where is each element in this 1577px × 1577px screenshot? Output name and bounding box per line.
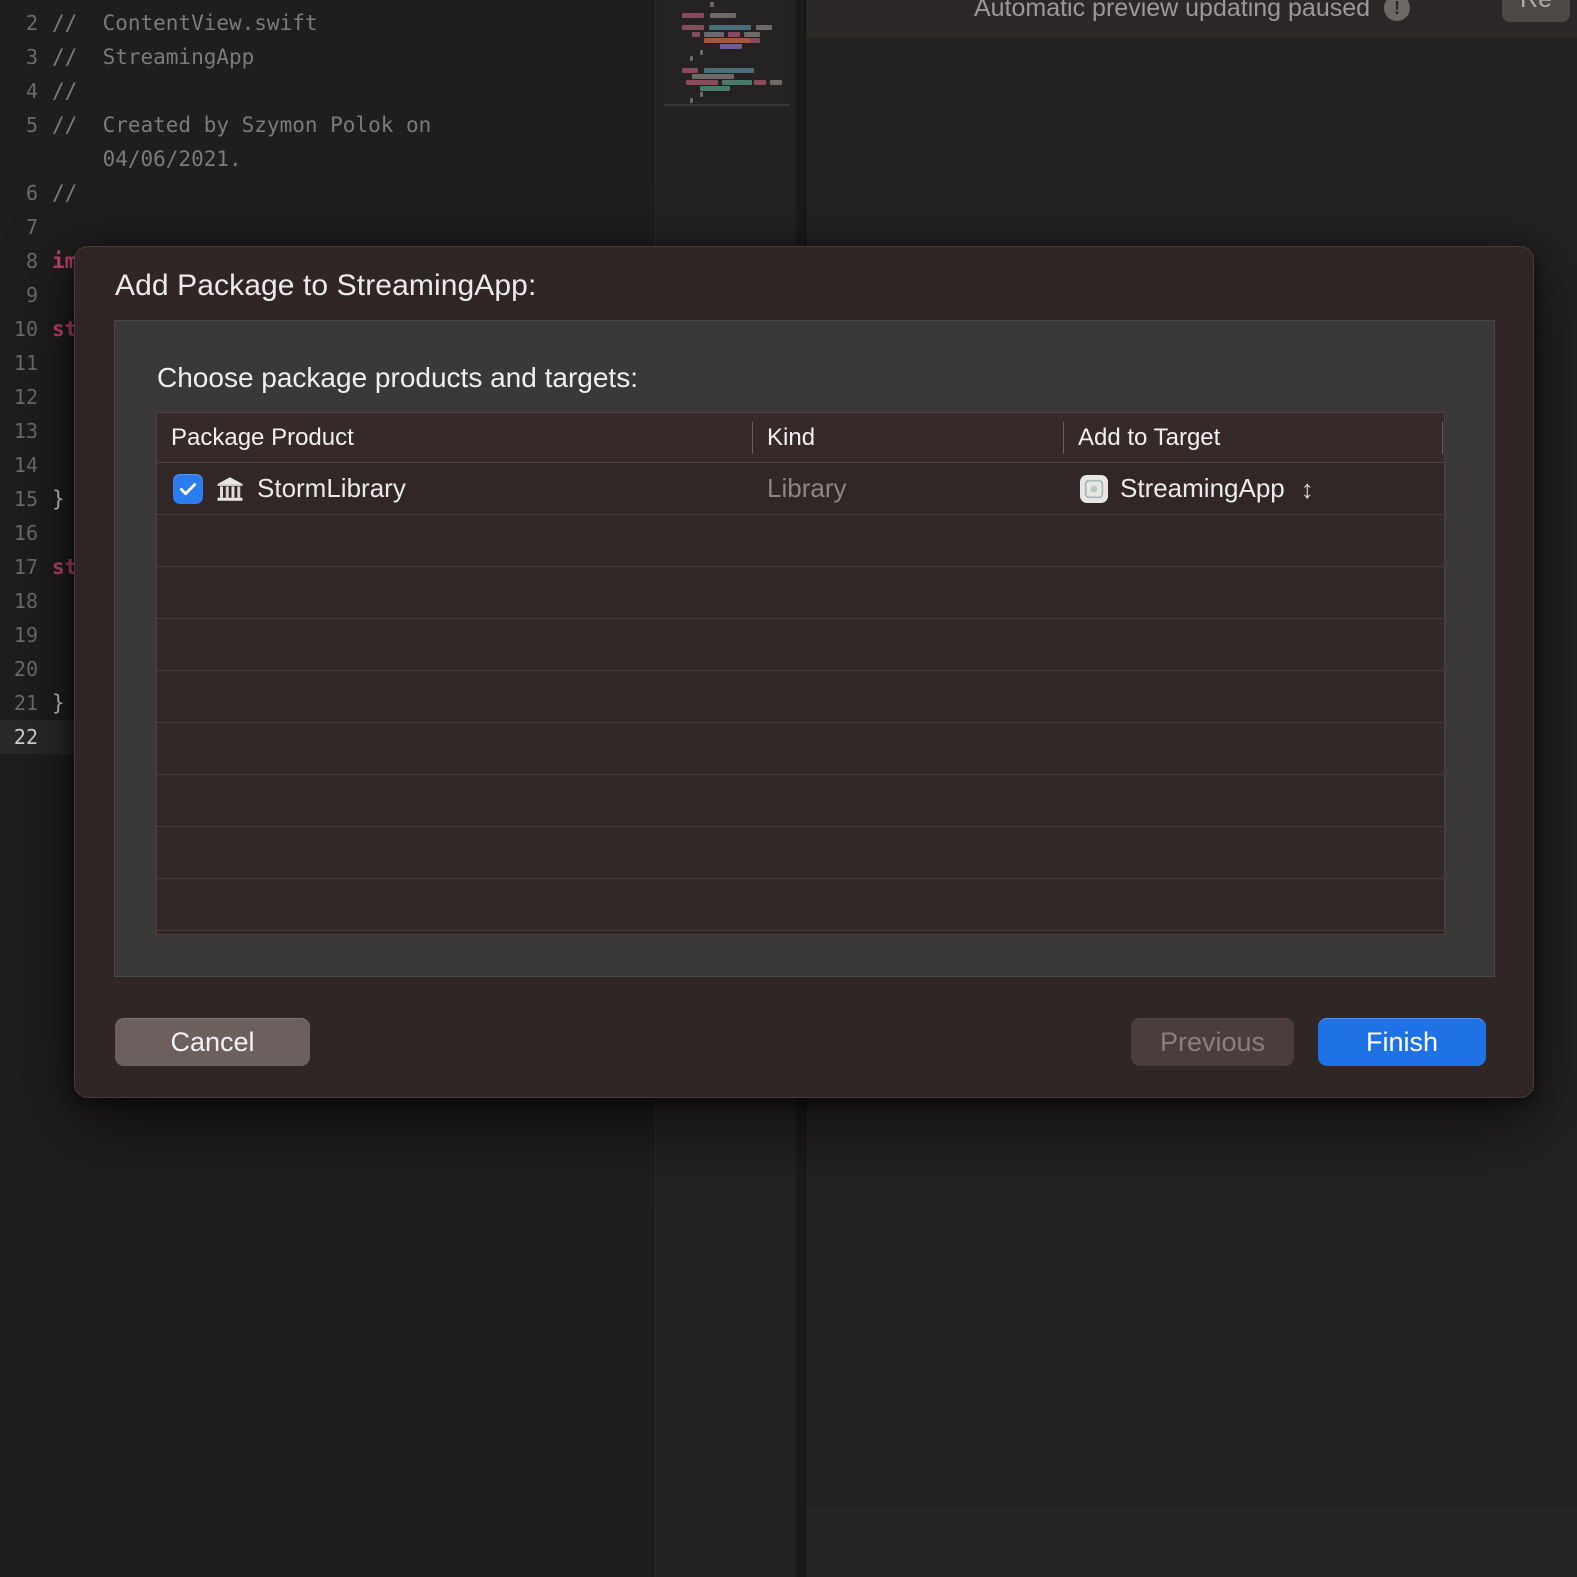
line-number: 9 xyxy=(25,283,38,307)
package-products-table[interactable]: Package Product Kind Add to Target Storm… xyxy=(156,412,1445,935)
column-divider-3[interactable] xyxy=(1442,422,1443,454)
code-line: 3 // StreamingApp xyxy=(0,40,655,74)
preview-banner-label: Automatic preview updating paused xyxy=(973,0,1371,22)
code-text: } xyxy=(52,487,65,511)
table-row-empty[interactable] xyxy=(157,619,1444,671)
table-row-empty[interactable] xyxy=(157,827,1444,879)
column-header-kind[interactable]: Kind xyxy=(753,413,1063,462)
table-row-empty[interactable] xyxy=(157,723,1444,775)
preview-paused-banner: Automatic preview updating paused ! xyxy=(806,0,1577,38)
code-line: 6 // xyxy=(0,176,655,210)
dialog-body-panel: Choose package products and targets: Pac… xyxy=(114,320,1495,977)
table-body: StormLibrary Library StreamingApp ↕ xyxy=(157,463,1444,931)
line-number: 8 xyxy=(25,249,38,273)
dialog-subtitle: Choose package products and targets: xyxy=(157,362,638,393)
code-line: 2 // ContentView.swift xyxy=(0,6,655,40)
code-text: // xyxy=(52,181,78,205)
line-number: 14 xyxy=(13,453,38,477)
line-number: 18 xyxy=(13,589,38,613)
line-number: 19 xyxy=(13,623,38,647)
line-number: 2 xyxy=(25,11,38,35)
table-header-row: Package Product Kind Add to Target xyxy=(157,413,1444,463)
line-number: 11 xyxy=(13,351,38,375)
cell-package-product[interactable]: StormLibrary xyxy=(157,463,752,514)
line-number: 20 xyxy=(13,657,38,681)
line-number: 21 xyxy=(13,691,38,715)
column-header-package-product[interactable]: Package Product xyxy=(157,413,752,462)
table-row-empty[interactable] xyxy=(157,879,1444,931)
resume-preview-button[interactable]: Re xyxy=(1502,0,1570,22)
column-header-add-to-target[interactable]: Add to Target xyxy=(1064,413,1443,462)
kind-label: Library xyxy=(767,473,847,503)
cell-add-to-target[interactable]: StreamingApp ↕ xyxy=(1064,463,1443,514)
library-building-icon xyxy=(215,474,245,504)
cell-kind: Library xyxy=(753,463,1063,514)
line-number: 7 xyxy=(25,215,38,239)
cancel-button[interactable]: Cancel xyxy=(115,1018,310,1066)
line-number: 10 xyxy=(13,317,38,341)
table-row-empty[interactable] xyxy=(157,567,1444,619)
line-number: 13 xyxy=(13,419,38,443)
code-line: 7 xyxy=(0,210,655,244)
line-number: 17 xyxy=(13,555,38,579)
table-row-empty[interactable] xyxy=(157,671,1444,723)
table-row-empty[interactable] xyxy=(157,515,1444,567)
product-name-label: StormLibrary xyxy=(257,473,406,503)
app-bundle-icon xyxy=(1080,474,1108,503)
table-row[interactable]: StormLibrary Library StreamingApp ↕ xyxy=(157,463,1444,515)
xcode-window: 2 // ContentView.swift 3 // StreamingApp 4 //… xyxy=(0,0,1577,1577)
line-number: 15 xyxy=(13,487,38,511)
code-line: 5 // Created by Szymon Polok on 04/06/202… xyxy=(0,108,655,176)
table-row-empty[interactable] xyxy=(157,775,1444,827)
line-number: 22 xyxy=(13,725,38,749)
code-text: // ContentView.swift xyxy=(52,11,318,35)
line-number: 16 xyxy=(13,521,38,545)
code-text: // xyxy=(52,79,78,103)
product-checkbox[interactable] xyxy=(173,473,203,504)
code-line: 4 // xyxy=(0,74,655,108)
line-number: 6 xyxy=(25,181,38,205)
line-number: 12 xyxy=(13,385,38,409)
line-number: 3 xyxy=(25,45,38,69)
target-name-label: StreamingApp xyxy=(1120,473,1285,503)
warning-icon: ! xyxy=(1384,0,1411,21)
chevron-up-down-icon[interactable]: ↕ xyxy=(1301,476,1314,502)
minimap-content xyxy=(664,0,790,106)
code-text: // StreamingApp xyxy=(52,45,255,69)
code-text: // Created by Szymon Polok on 04/06/2021… xyxy=(52,113,432,171)
line-number: 5 xyxy=(25,113,38,137)
line-number: 4 xyxy=(25,79,38,103)
code-text: } xyxy=(52,691,65,715)
dialog-title: Add Package to StreamingApp: xyxy=(115,269,537,302)
finish-button[interactable]: Finish xyxy=(1318,1018,1486,1066)
add-package-dialog: Add Package to StreamingApp: Choose pack… xyxy=(74,246,1534,1098)
previous-button[interactable]: Previous xyxy=(1131,1018,1294,1066)
